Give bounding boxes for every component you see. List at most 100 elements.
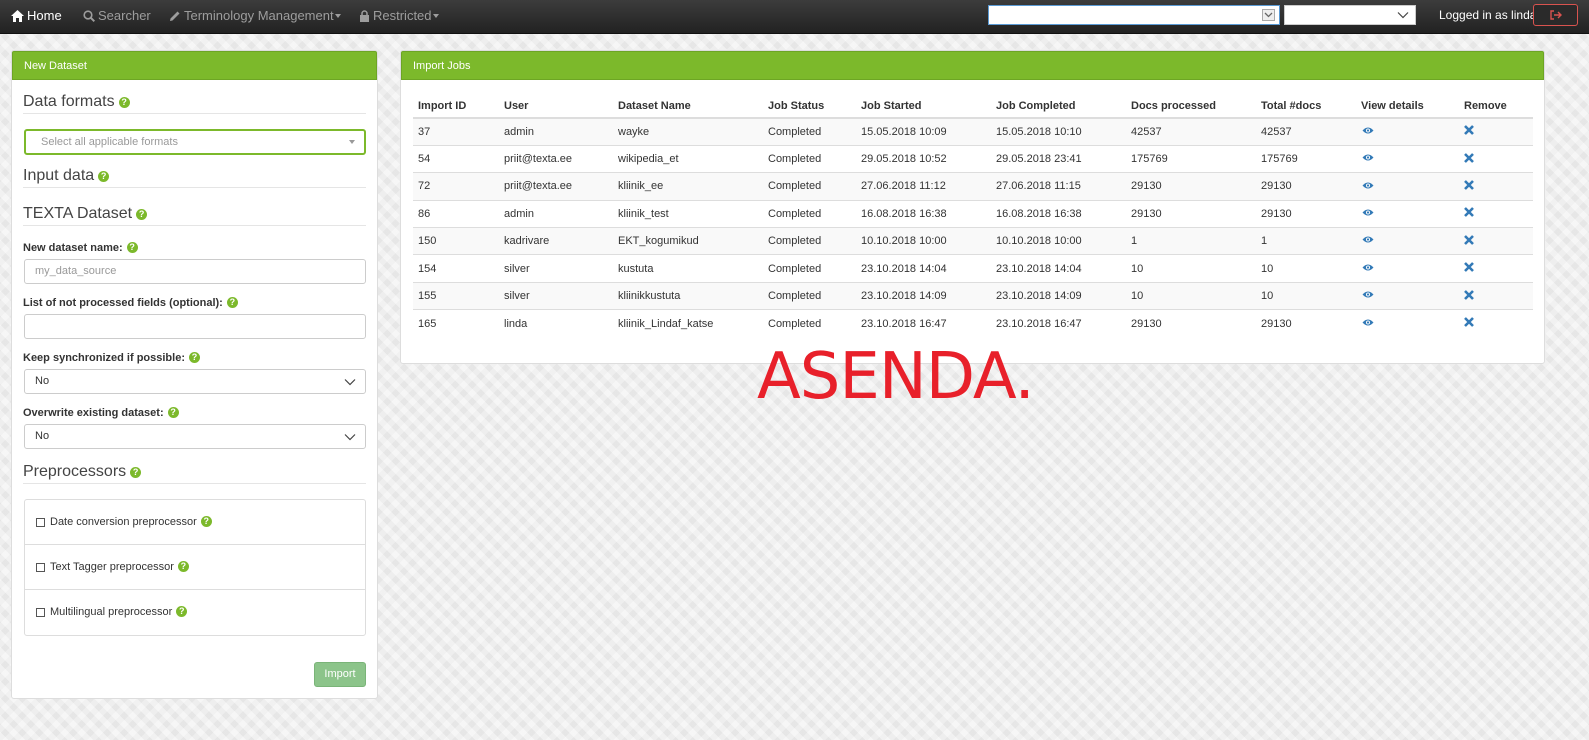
table-cell: silver: [499, 254, 613, 283]
eye-icon[interactable]: [1362, 263, 1374, 275]
table-cell: 23.10.2018 14:04: [991, 254, 1126, 283]
table-cell: 16.08.2018 16:38: [856, 199, 991, 228]
remove-icon[interactable]: [1464, 152, 1474, 166]
table-cell: 10: [1256, 281, 1356, 310]
table-cell: 86: [413, 199, 499, 228]
preprocessor-date-conversion[interactable]: Date conversion preprocessor?: [25, 500, 365, 545]
mapping-select[interactable]: [1284, 5, 1416, 25]
remove-icon[interactable]: [1464, 289, 1474, 303]
preprocessors-title-text: Preprocessors: [23, 463, 127, 480]
dataset-select[interactable]: [988, 5, 1280, 25]
table-cell: 42537: [1126, 117, 1256, 146]
remove-cell: [1459, 227, 1533, 255]
preprocessor-text-tagger[interactable]: Text Tagger preprocessor?: [25, 545, 365, 590]
nav-restricted-label: Restricted: [373, 8, 432, 23]
remove-icon[interactable]: [1464, 207, 1474, 220]
nav-home[interactable]: Home: [11, 0, 62, 34]
column-header: Remove: [1459, 94, 1533, 119]
table-cell: kliinikkustuta: [613, 281, 763, 310]
table-cell: 150: [413, 227, 499, 255]
keep-synchronized-select[interactable]: No: [24, 369, 366, 394]
eye-icon[interactable]: [1362, 290, 1374, 302]
column-header: Dataset Name: [613, 94, 763, 119]
eye-icon[interactable]: [1362, 181, 1374, 193]
nav-terminology-label: Terminology Management: [184, 8, 334, 23]
help-icon[interactable]: ?: [98, 171, 110, 182]
remove-icon[interactable]: [1464, 125, 1474, 138]
table-cell: 1: [1256, 227, 1356, 255]
remove-icon[interactable]: [1464, 317, 1474, 330]
nav-searcher[interactable]: Searcher: [83, 0, 151, 34]
table-cell: Completed: [763, 199, 856, 228]
table-body: 37 admin wayke Completed 15.05.2018 10:09 15.…: [413, 117, 1533, 338]
help-icon[interactable]: ?: [177, 561, 189, 572]
nav-restricted[interactable]: Restricted: [359, 0, 439, 34]
texta-dataset-title-text: TEXTA Dataset: [23, 205, 133, 222]
help-icon[interactable]: ?: [176, 606, 188, 617]
table-row: 150 kadrivare EKT_kogumikud Completed 10.10.…: [413, 227, 1533, 255]
table-cell: kustuta: [613, 254, 763, 283]
table-row: 37 admin wayke Completed 15.05.2018 10:09 15.…: [413, 117, 1533, 146]
eye-icon[interactable]: [1362, 153, 1374, 165]
lock-icon: [360, 10, 369, 22]
table-cell: 10: [1126, 254, 1256, 283]
help-icon[interactable]: ?: [188, 352, 200, 363]
eye-icon[interactable]: [1362, 318, 1374, 330]
import-button[interactable]: Import: [314, 662, 366, 687]
nav-terminology-management[interactable]: Terminology Management: [169, 0, 341, 34]
help-icon[interactable]: ?: [226, 297, 238, 308]
nav-home-label: Home: [27, 8, 62, 23]
panel-heading: Import Jobs: [401, 51, 1544, 80]
eye-icon[interactable]: [1362, 235, 1374, 247]
checkbox[interactable]: [36, 563, 45, 572]
chevron-down-icon: [344, 379, 356, 386]
help-icon[interactable]: ?: [136, 209, 148, 220]
overlay-text: ASENDA.: [757, 340, 1035, 414]
column-header: Job Status: [763, 94, 856, 119]
remove-icon[interactable]: [1464, 262, 1474, 275]
overwrite-existing-select[interactable]: No: [24, 424, 366, 449]
view-details-cell: [1356, 199, 1459, 228]
table-cell: linda: [499, 309, 613, 338]
table-cell: admin: [499, 199, 613, 228]
label-text: Date conversion preprocessor: [50, 516, 197, 528]
help-icon[interactable]: ?: [200, 516, 212, 527]
new-dataset-name-input[interactable]: my_data_source: [24, 259, 366, 284]
dropdown-toggle[interactable]: [1262, 9, 1275, 21]
table-cell: 10.10.2018 10:00: [991, 227, 1126, 255]
view-details-cell: [1356, 117, 1459, 146]
view-details-cell: [1356, 254, 1459, 283]
keep-synchronized-label: Keep synchronized if possible:?: [23, 352, 200, 364]
table-cell: 23.10.2018 14:04: [856, 254, 991, 283]
formats-select[interactable]: Select all applicable formats: [24, 129, 366, 155]
table-cell: 29130: [1126, 172, 1256, 201]
view-details-cell: [1356, 172, 1459, 201]
panel-heading: New Dataset: [12, 51, 377, 80]
eye-icon[interactable]: [1362, 208, 1374, 220]
checkbox[interactable]: [36, 608, 45, 617]
remove-icon[interactable]: [1464, 180, 1474, 193]
not-processed-fields-input[interactable]: [24, 314, 366, 339]
data-formats-title: Data formats?: [23, 93, 130, 111]
remove-icon[interactable]: [1464, 234, 1474, 248]
table-cell: 27.06.2018 11:15: [991, 172, 1126, 201]
table-cell: 10: [1256, 254, 1356, 283]
table-cell: EKT_kogumikud: [613, 227, 763, 255]
top-navbar: Home Searcher Terminology Management Res…: [0, 0, 1589, 34]
column-header: View details: [1356, 94, 1459, 119]
caret-down-icon: [432, 14, 439, 18]
help-icon[interactable]: ?: [126, 242, 138, 253]
table-cell: 15.05.2018 10:09: [856, 117, 991, 146]
help-icon[interactable]: ?: [167, 407, 179, 418]
preprocessor-multilingual[interactable]: Multilingual preprocessor?: [25, 590, 365, 635]
help-icon[interactable]: ?: [130, 467, 142, 478]
eye-icon[interactable]: [1362, 126, 1374, 138]
label-text: Overwrite existing dataset:: [23, 407, 164, 419]
checkbox[interactable]: [36, 518, 45, 527]
logout-button[interactable]: [1533, 4, 1578, 26]
table-cell: 10.10.2018 10:00: [856, 227, 991, 255]
help-icon[interactable]: ?: [118, 97, 130, 108]
table-cell: 54: [413, 144, 499, 173]
table-cell: 1: [1126, 227, 1256, 255]
column-header: Job Started: [856, 94, 991, 119]
